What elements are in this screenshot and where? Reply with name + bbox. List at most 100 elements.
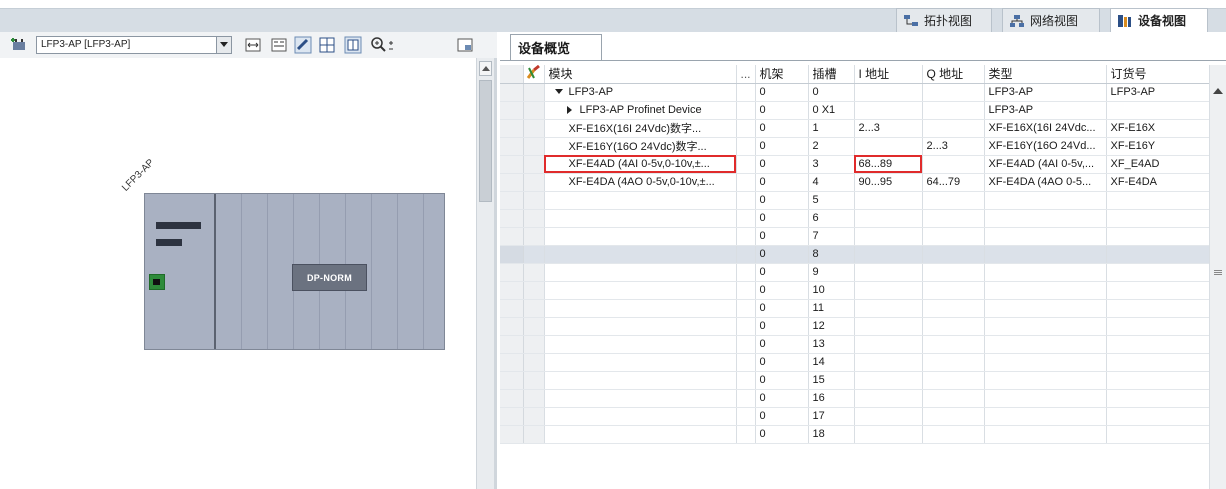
type-cell[interactable] (984, 335, 1107, 354)
more-cell[interactable] (736, 353, 756, 372)
order-number-cell[interactable] (1106, 407, 1211, 426)
slot-cell[interactable]: 1 (808, 119, 855, 138)
more-cell[interactable] (736, 245, 756, 264)
table-row[interactable]: XF-E4DA (4AO 0-5v,0-10v,±... 0 4 90...95 64.… (500, 173, 1211, 192)
table-row[interactable]: 05 (500, 191, 1211, 210)
more-cell[interactable] (736, 173, 756, 192)
rack-cell[interactable]: 0 (755, 353, 809, 372)
row-indicator-cell[interactable] (523, 83, 545, 102)
rack-cell[interactable]: 0 (755, 83, 809, 102)
dp-norm-module[interactable]: DP-NORM (292, 264, 367, 291)
row-indicator-cell[interactable] (523, 281, 545, 300)
module-cell[interactable] (544, 425, 737, 444)
table-row[interactable]: 0 13 (500, 335, 1211, 354)
table-row[interactable]: XF-E16Y(16O 24Vdc)数字... 0 2 2...3 XF-E16Y(16… (500, 137, 1211, 156)
more-cell[interactable] (736, 281, 756, 300)
slot-cell[interactable]: 18 (808, 425, 855, 444)
slot-cell[interactable]: 0 X1 (808, 101, 855, 120)
rack-cell[interactable]: 0 (755, 281, 809, 300)
table-row[interactable]: 0 15 (500, 371, 1211, 390)
module-cell[interactable] (544, 371, 737, 390)
module-cell[interactable] (544, 227, 737, 246)
more-cell[interactable] (736, 317, 756, 336)
row-indicator-cell[interactable] (523, 335, 545, 354)
type-cell[interactable] (984, 245, 1107, 264)
header-slot[interactable]: 插槽 (808, 65, 855, 84)
type-cell[interactable] (984, 263, 1107, 282)
type-cell[interactable]: XF-E4AD (4AI 0-5v,... (984, 155, 1107, 174)
row-indicator-cell[interactable] (523, 191, 545, 210)
tab-device-overview[interactable]: 设备概览 (510, 34, 602, 60)
type-cell[interactable] (984, 371, 1107, 390)
draw-tool-icon[interactable] (294, 36, 312, 54)
table-row[interactable]: 0 10 (500, 281, 1211, 300)
header-q-address[interactable]: Q 地址 (922, 65, 985, 84)
fit-width-icon[interactable] (244, 36, 262, 54)
i-address-cell[interactable] (854, 191, 923, 210)
more-cell[interactable] (736, 371, 756, 390)
table-row[interactable]: 0 11 (500, 299, 1211, 318)
type-cell[interactable] (984, 299, 1107, 318)
q-address-cell[interactable] (922, 335, 985, 354)
row-indicator-cell[interactable] (523, 101, 545, 120)
i-address-cell[interactable]: 2...3 (854, 119, 923, 138)
slot-cell[interactable]: 14 (808, 353, 855, 372)
table-row[interactable]: 0 14 (500, 353, 1211, 372)
slot-cell[interactable]: 11 (808, 299, 855, 318)
add-device-icon[interactable] (10, 36, 28, 54)
row-indicator-cell[interactable] (523, 425, 545, 444)
order-number-cell[interactable] (1106, 281, 1211, 300)
module-cell[interactable]: LFP3-AP (544, 83, 737, 102)
row-gutter-cell[interactable] (500, 245, 524, 264)
module-cell[interactable] (544, 263, 737, 282)
module-cell[interactable] (544, 353, 737, 372)
row-indicator-cell[interactable] (523, 263, 545, 282)
row-gutter-cell[interactable] (500, 425, 524, 444)
module-cell[interactable]: XF-E4AD (4AI 0-5v,0-10v,±... (544, 155, 737, 174)
q-address-cell[interactable] (922, 119, 985, 138)
type-cell[interactable] (984, 281, 1107, 300)
q-address-cell[interactable] (922, 425, 985, 444)
q-address-cell[interactable] (922, 83, 985, 102)
row-indicator-cell[interactable] (523, 137, 545, 156)
header-module[interactable]: 模块 (544, 65, 737, 84)
grid-icon[interactable] (318, 36, 336, 54)
i-address-cell[interactable] (854, 425, 923, 444)
slot-cell[interactable]: 0 (808, 83, 855, 102)
order-number-cell[interactable] (1106, 317, 1211, 336)
module-cell[interactable]: LFP3-AP Profinet Device (544, 101, 737, 120)
q-address-cell[interactable] (922, 263, 985, 282)
more-cell[interactable] (736, 407, 756, 426)
device-canvas[interactable]: LFP3-AP DP-NORM (0, 58, 476, 489)
q-address-cell[interactable] (922, 209, 985, 228)
i-address-cell[interactable] (854, 353, 923, 372)
row-indicator-cell[interactable] (523, 245, 545, 264)
rack-cell[interactable]: 0 (755, 263, 809, 282)
table-row[interactable]: XF-E16X(16I 24Vdc)数字... 0 1 2...3 XF-E16X(16… (500, 119, 1211, 138)
module-cell[interactable] (544, 407, 737, 426)
row-gutter-cell[interactable] (500, 335, 524, 354)
order-number-cell[interactable] (1106, 191, 1211, 210)
slot-cell[interactable]: 15 (808, 371, 855, 390)
row-indicator-cell[interactable] (523, 209, 545, 228)
row-indicator-cell[interactable] (523, 227, 545, 246)
header-i-address[interactable]: I 地址 (854, 65, 923, 84)
table-row[interactable]: LFP3-AP Profinet Device 0 0 X1 LFP3-AP (500, 101, 1211, 120)
filter-icon[interactable] (526, 65, 542, 82)
rack-cell[interactable]: 0 (755, 227, 809, 246)
slot-cell[interactable]: 5 (808, 191, 855, 210)
slot-cell[interactable]: 9 (808, 263, 855, 282)
more-cell[interactable] (736, 83, 756, 102)
row-gutter-cell[interactable] (500, 155, 524, 174)
rack-cell[interactable]: 0 (755, 335, 809, 354)
module-cell[interactable] (544, 299, 737, 318)
panel-splitter[interactable] (494, 58, 497, 489)
row-indicator-cell[interactable] (523, 371, 545, 390)
more-cell[interactable] (736, 101, 756, 120)
row-gutter-cell[interactable] (500, 137, 524, 156)
type-cell[interactable] (984, 389, 1107, 408)
row-gutter-cell[interactable] (500, 371, 524, 390)
q-address-cell[interactable] (922, 227, 985, 246)
module-cell[interactable] (544, 209, 737, 228)
table-row[interactable]: 08 (500, 245, 1211, 264)
